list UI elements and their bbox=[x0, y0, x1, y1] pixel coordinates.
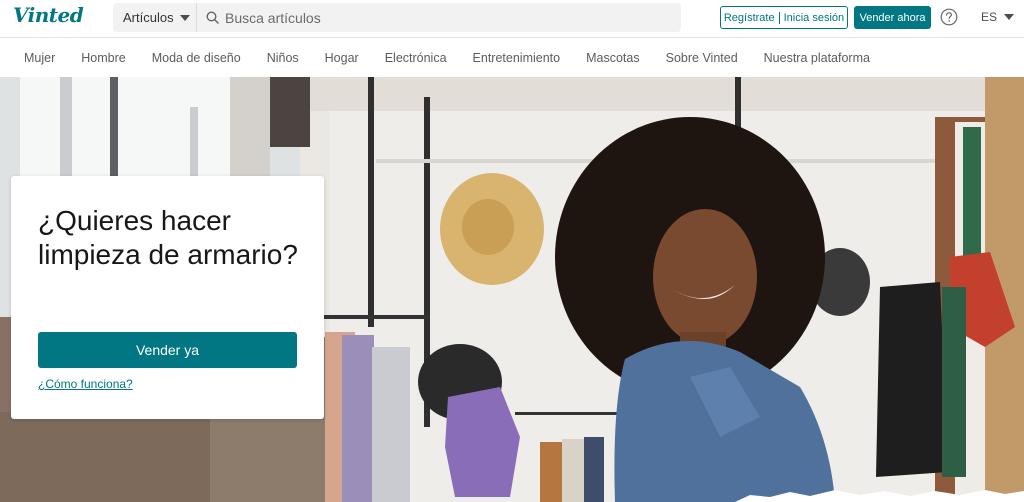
nav-item-hombre[interactable]: Hombre bbox=[81, 51, 125, 65]
how-it-works-link[interactable]: ¿Cómo funciona? bbox=[38, 377, 133, 391]
register-link[interactable]: Regístrate bbox=[724, 12, 775, 24]
category-select-label: Artículos bbox=[123, 10, 174, 25]
hero-banner: ¿Quieres hacer limpieza de armario? Vend… bbox=[0, 77, 1024, 502]
login-link[interactable]: Inicia sesión bbox=[784, 12, 845, 24]
nav-item-mujer[interactable]: Mujer bbox=[24, 51, 55, 65]
nav-item-nuestra-plataforma[interactable]: Nuestra plataforma bbox=[764, 51, 870, 65]
nav-item-sobre-vinted[interactable]: Sobre Vinted bbox=[666, 51, 738, 65]
help-icon[interactable] bbox=[940, 8, 958, 26]
nav-item-electronica[interactable]: Electrónica bbox=[385, 51, 447, 65]
nav-item-mascotas[interactable]: Mascotas bbox=[586, 51, 640, 65]
sell-promo-card: ¿Quieres hacer limpieza de armario? Vend… bbox=[11, 176, 324, 419]
chevron-down-icon bbox=[1004, 14, 1015, 20]
top-header: Vinted Artículos Regístrate Inicia sesió… bbox=[0, 0, 1024, 38]
sell-now-button[interactable]: Vender ahora bbox=[854, 6, 931, 29]
sell-now-cta-button[interactable]: Vender ya bbox=[38, 332, 297, 368]
search-icon bbox=[206, 11, 219, 24]
auth-divider bbox=[778, 11, 780, 24]
search-bar: Artículos bbox=[113, 3, 681, 32]
nav-item-entretenimiento[interactable]: Entretenimiento bbox=[473, 51, 561, 65]
search-input[interactable] bbox=[219, 3, 681, 32]
chevron-down-icon bbox=[179, 14, 190, 21]
nav-item-hogar[interactable]: Hogar bbox=[325, 51, 359, 65]
hero-title: ¿Quieres hacer limpieza de armario? bbox=[38, 205, 298, 270]
category-nav: Mujer Hombre Moda de diseño Niños Hogar … bbox=[0, 39, 1024, 77]
register-login-button[interactable]: Regístrate Inicia sesión bbox=[720, 6, 848, 29]
nav-item-moda-de-diseno[interactable]: Moda de diseño bbox=[152, 51, 241, 65]
vinted-logo[interactable]: Vinted bbox=[13, 3, 84, 27]
language-selector[interactable]: ES bbox=[981, 10, 1015, 24]
category-select[interactable]: Artículos bbox=[113, 3, 197, 32]
nav-item-ninos[interactable]: Niños bbox=[267, 51, 299, 65]
language-label: ES bbox=[981, 10, 998, 24]
